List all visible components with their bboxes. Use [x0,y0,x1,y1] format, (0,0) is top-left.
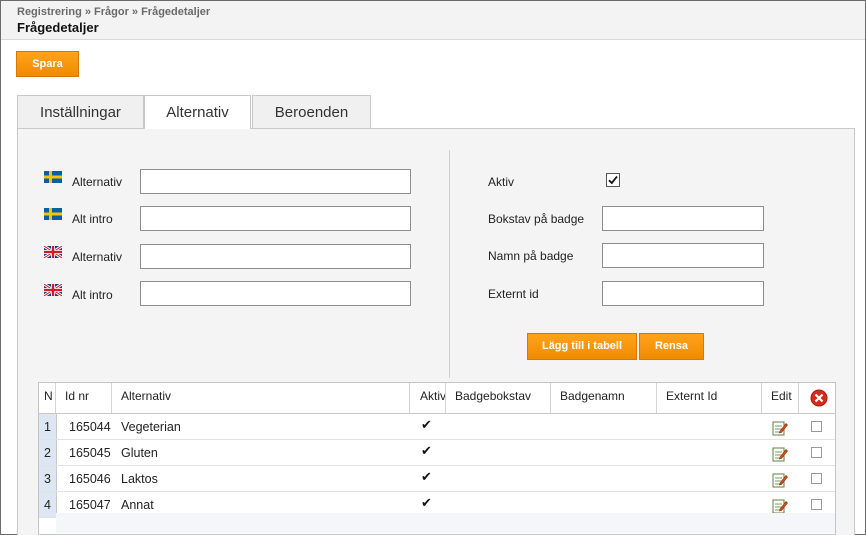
row-select-checkbox[interactable] [811,447,822,458]
row-number: 1 [39,414,57,439]
row-number: 3 [39,466,57,491]
edit-icon[interactable] [772,446,788,462]
aktiv-check-icon: ✔ [421,417,432,432]
aktiv-checkbox[interactable] [606,173,620,187]
sweden-flag-icon [44,208,62,220]
table-row[interactable]: 3 165046 Laktos ✔ [39,466,835,492]
alternatives-table: N Id nr Alternativ Aktiv Badgebokstav Ba… [38,382,836,535]
col-header-edit[interactable]: Edit [762,383,799,413]
uk-flag-icon [44,246,62,258]
delete-icon[interactable] [810,389,828,407]
page-header: Registrering » Frågor » Frågedetaljer Fr… [1,1,865,40]
form-divider [449,150,450,378]
col-header-id[interactable]: Id nr [56,383,112,413]
table-row[interactable]: 2 165045 Gluten ✔ [39,440,835,466]
row-alternativ: Vegeterian [121,420,181,434]
breadcrumb[interactable]: Registrering » Frågor » Frågedetaljer [17,6,210,18]
col-header-aktiv[interactable]: Aktiv [410,383,446,413]
aktiv-check-icon: ✔ [421,443,432,458]
sweden-flag-icon [44,171,62,183]
tab-installningar[interactable]: Inställningar [17,95,144,128]
edit-icon[interactable] [772,420,788,436]
page-title: Frågedetaljer [17,20,99,35]
col-header-delete[interactable] [799,383,835,413]
row-alternativ: Gluten [121,446,158,460]
col-header-externt-id[interactable]: Externt Id [657,383,762,413]
table-row[interactable]: 1 165044 Vegeterian ✔ [39,414,835,440]
alt-intro-en-label: Alt intro [72,288,113,302]
namn-label: Namn på badge [488,249,574,263]
bokstav-label: Bokstav på badge [488,212,585,226]
uk-flag-icon [44,284,62,296]
row-number: 2 [39,440,57,465]
alternativ-sv-input[interactable] [140,169,411,194]
edit-icon[interactable] [772,498,788,514]
tab-alternativ[interactable]: Alternativ [144,95,251,129]
row-id: 165044 [69,420,111,434]
table-header: N Id nr Alternativ Aktiv Badgebokstav Ba… [39,383,835,414]
clear-button[interactable]: Rensa [639,333,704,360]
checkmark-icon [608,175,618,185]
alt-intro-en-input[interactable] [140,281,411,306]
alternativ-en-input[interactable] [140,244,411,269]
save-button[interactable]: Spara [16,51,79,77]
row-number: 4 [39,492,57,517]
col-header-n[interactable]: N [39,383,56,413]
bokstav-input[interactable] [602,206,764,231]
externt-id-label: Externt id [488,287,539,301]
row-id: 165045 [69,446,111,460]
aktiv-check-icon: ✔ [421,469,432,484]
add-to-table-button[interactable]: Lägg till i tabell [527,333,637,360]
row-select-checkbox[interactable] [811,421,822,432]
row-alternativ: Laktos [121,472,158,486]
col-header-badgebokstav[interactable]: Badgebokstav [446,383,551,413]
alt-intro-sv-input[interactable] [140,206,411,231]
edit-icon[interactable] [772,472,788,488]
table-empty-area [56,513,835,533]
col-header-alternativ[interactable]: Alternativ [112,383,410,413]
alternativ-en-label: Alternativ [72,250,123,264]
col-header-badgenamn[interactable]: Badgenamn [551,383,657,413]
externt-id-input[interactable] [602,281,764,306]
alt-intro-sv-label: Alt intro [72,212,113,226]
namn-input[interactable] [602,243,764,268]
row-select-checkbox[interactable] [811,473,822,484]
row-select-checkbox[interactable] [811,499,822,510]
aktiv-check-icon: ✔ [421,495,432,510]
row-id: 165046 [69,472,111,486]
aktiv-label: Aktiv [488,175,515,189]
alternativ-sv-label: Alternativ [72,175,123,189]
tab-beroenden[interactable]: Beroenden [252,95,371,128]
